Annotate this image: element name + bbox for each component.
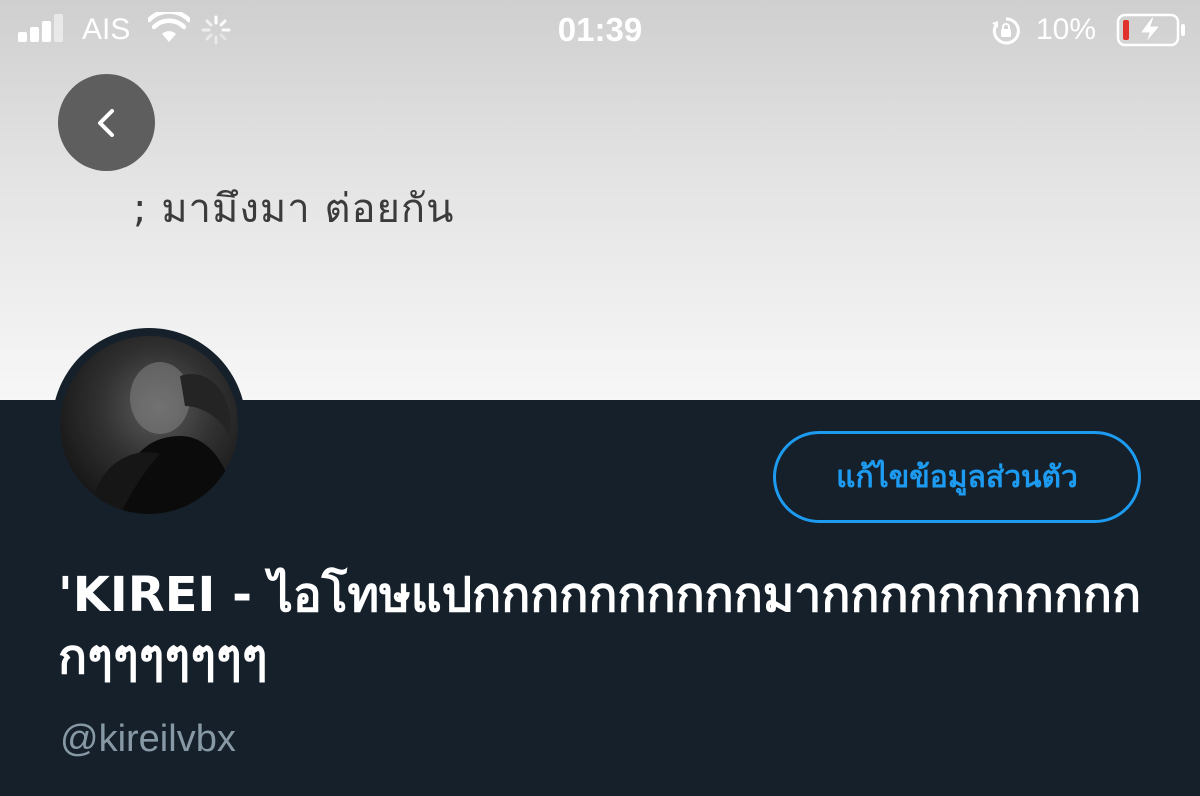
battery-percent: 10%	[1036, 13, 1097, 46]
rotation-lock-icon	[992, 17, 1020, 45]
back-button[interactable]	[58, 74, 155, 171]
chevron-left-icon	[97, 108, 114, 137]
user-handle: @kireilvbx	[60, 718, 236, 760]
edit-profile-button[interactable]: แก้ไขข้อมูลส่วนตัว	[773, 431, 1141, 523]
status-bar: AIS 01:39 10%	[0, 0, 1200, 64]
avatar-photo	[60, 336, 238, 514]
display-name: 'KIREI - ไอโทษแปกกกกกกกกกกมากกกกกกกกกกกก…	[58, 567, 1142, 685]
battery-charging-icon	[1116, 13, 1185, 47]
avatar-photo-art	[60, 336, 238, 514]
banner-text: ; มามึงมา ต่อยกัน	[133, 186, 455, 232]
avatar[interactable]	[52, 328, 246, 522]
